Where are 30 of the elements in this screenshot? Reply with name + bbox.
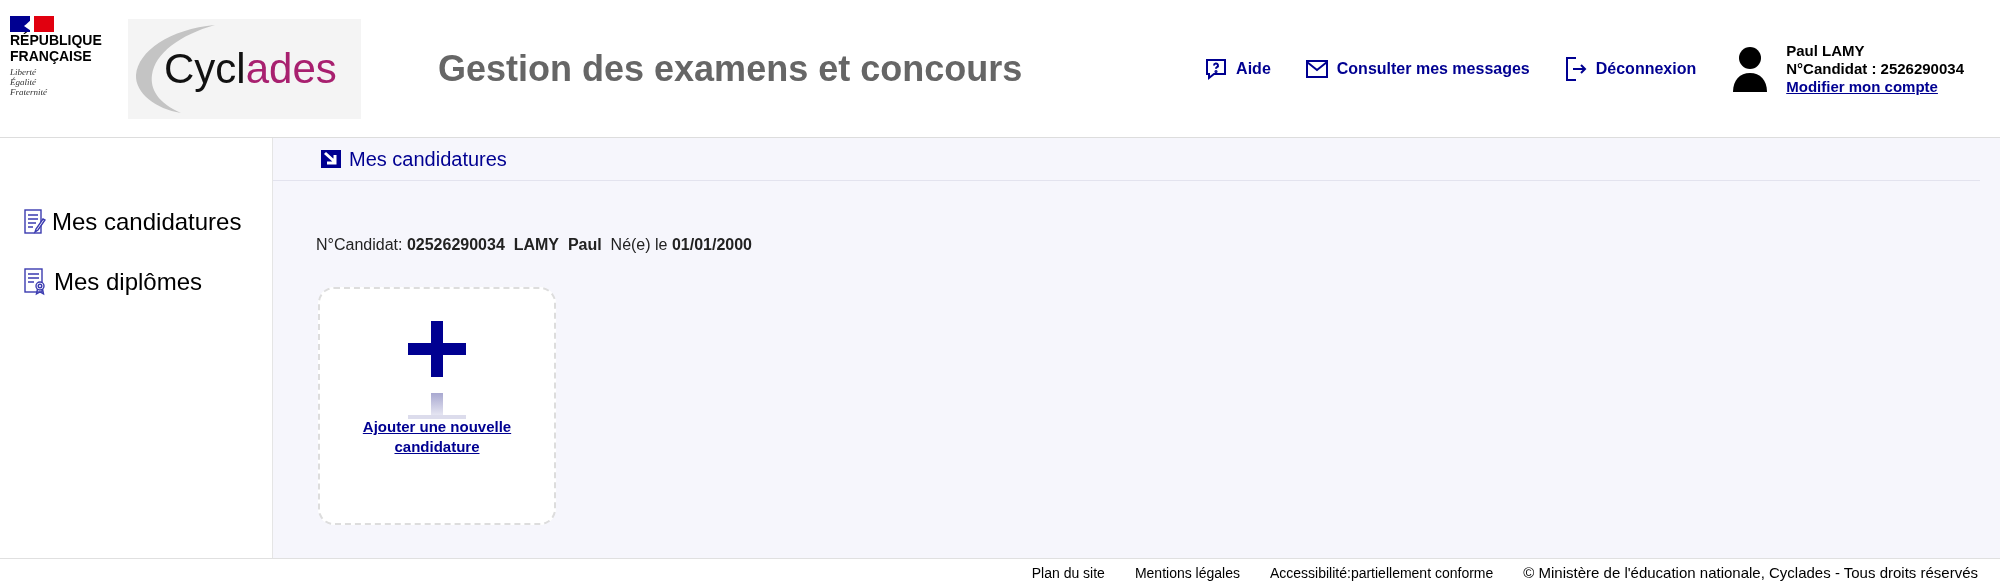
plus-icon: [408, 321, 466, 377]
candidate-number: N°Candidat : 2526290034: [1786, 59, 1964, 78]
account-link[interactable]: Modifier mon compte: [1786, 77, 1964, 96]
nav-link[interactable]: Consulter mes messages: [1304, 56, 1530, 81]
page-title: Gestion des examens et concours: [438, 46, 1023, 91]
certificate-icon: [24, 268, 48, 296]
republic-name: FRANÇAISE: [10, 48, 93, 64]
flag-icon: [10, 16, 54, 32]
user-name: Paul LAMY: [1786, 41, 1866, 60]
sidebar-item[interactable]: Mes candidatures: [24, 204, 272, 240]
copyright: © Ministère de l'éducation nationale, Cyclades - Tous droits réservés: [1523, 563, 1978, 584]
plus-icon: [408, 393, 466, 419]
nav-link[interactable]: Déconnexion: [1563, 55, 1697, 82]
help-icon: [1204, 56, 1229, 81]
motto-text: Égalité: [10, 77, 37, 87]
footer-link[interactable]: Plan du site: [1031, 563, 1105, 584]
breadcrumb: Mes candidatures: [349, 147, 507, 172]
nav-link[interactable]: Aide: [1204, 56, 1271, 81]
motto-text: Liberté: [10, 67, 37, 77]
sidebar-item[interactable]: Mes diplômes: [24, 264, 272, 300]
add-application-link[interactable]: Ajouter une nouvelle candidature: [342, 417, 532, 457]
cyclades-logo: Cyclades: [128, 18, 361, 119]
footer-link[interactable]: Accessibilité:partiellement conforme: [1269, 563, 1494, 584]
republic-name: RÉPUBLIQUE: [10, 32, 103, 48]
document-pen-icon: [24, 209, 46, 235]
user-icon: [1732, 45, 1769, 92]
footer-link[interactable]: Mentions légales: [1134, 563, 1240, 584]
candidate-info: N°Candidat: 02526290034 LAMY Paul Né(e) le 01/01/2000: [316, 235, 753, 255]
logout-icon: [1563, 55, 1588, 82]
motto-text: Fraternité: [10, 87, 48, 97]
